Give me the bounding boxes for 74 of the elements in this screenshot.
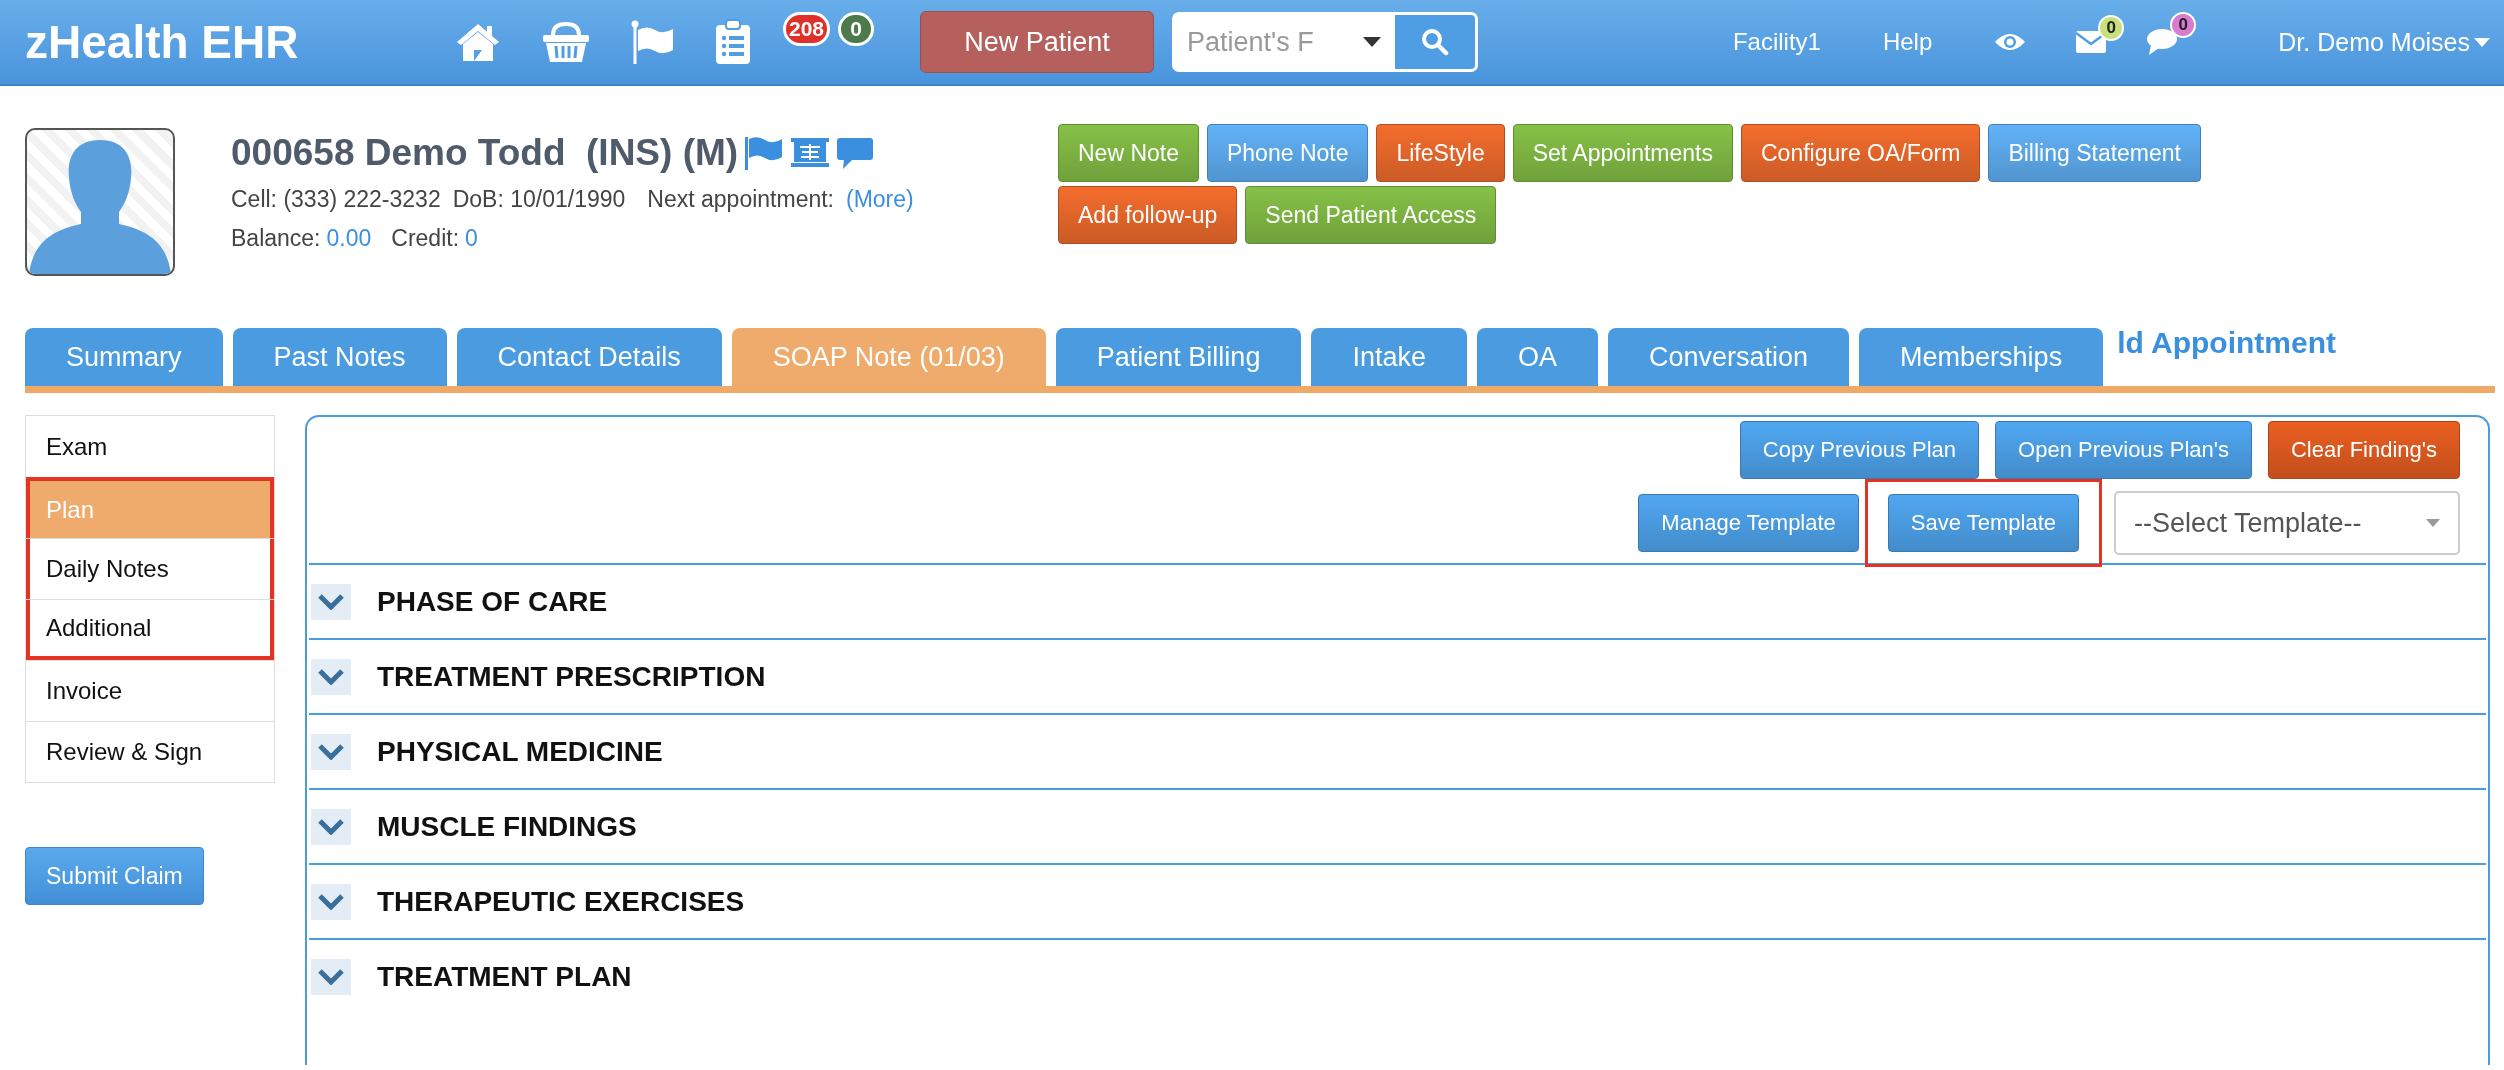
tab[interactable]: Memberships bbox=[1859, 328, 2104, 386]
submit-claim-button[interactable]: Submit Claim bbox=[25, 847, 204, 905]
header-link[interactable]: Facility1 bbox=[1732, 28, 1821, 56]
balance-label: Balance: bbox=[231, 225, 321, 252]
action-button[interactable]: Add follow-up bbox=[1058, 186, 1238, 244]
sidebar-item[interactable]: Additional bbox=[26, 599, 274, 660]
sidebar-item[interactable]: Invoice bbox=[26, 660, 274, 721]
more-link[interactable]: (More) bbox=[846, 186, 914, 213]
section-title[interactable]: PHYSICAL MEDICINE bbox=[377, 735, 663, 768]
presentation-board-icon[interactable] bbox=[790, 136, 831, 170]
chat-bubble-icon[interactable] bbox=[836, 136, 875, 170]
sidebar-item[interactable]: Exam bbox=[26, 416, 274, 477]
search-icon[interactable] bbox=[1421, 28, 1450, 56]
notification-badge: 0 bbox=[2098, 15, 2125, 41]
credit-label: Credit: bbox=[391, 225, 460, 252]
tab[interactable]: Conversation bbox=[1608, 328, 1850, 386]
header-link[interactable]: Help bbox=[1882, 28, 1933, 56]
add-appointment-link[interactable]: ld Appointment bbox=[2117, 326, 2336, 360]
tab[interactable]: Summary bbox=[25, 328, 223, 386]
action-button[interactable]: Send Patient Access bbox=[1245, 186, 1497, 244]
envelope-icon[interactable] bbox=[2076, 31, 2107, 53]
toolbar-button[interactable]: Open Previous Plan's bbox=[1995, 421, 2252, 479]
credit-value: 0 bbox=[465, 225, 478, 252]
sidebar-item[interactable]: Review & Sign bbox=[26, 721, 274, 782]
section-title[interactable]: TREATMENT PRESCRIPTION bbox=[377, 660, 766, 693]
action-button[interactable]: Set Appointments bbox=[1512, 124, 1733, 182]
toolbar-button[interactable]: Save Template bbox=[1887, 494, 2079, 552]
tab[interactable]: Contact Details bbox=[456, 328, 722, 386]
count-badge[interactable]: 208 bbox=[783, 12, 831, 46]
chevron-down-icon[interactable] bbox=[311, 733, 351, 770]
template-select[interactable]: --Select Template-- bbox=[2114, 491, 2460, 555]
new-patient-button[interactable]: New Patient bbox=[920, 11, 1155, 73]
home-icon[interactable] bbox=[455, 22, 501, 62]
chevron-down-icon[interactable] bbox=[311, 658, 351, 695]
action-button[interactable]: Phone Note bbox=[1207, 124, 1369, 182]
toolbar-button[interactable]: Clear Finding's bbox=[2267, 421, 2460, 479]
dob-text: DoB: 10/01/1990 bbox=[452, 186, 626, 213]
section-title[interactable]: PHASE OF CARE bbox=[377, 585, 608, 618]
toolbar-button[interactable]: Manage Template bbox=[1638, 494, 1859, 552]
action-button[interactable]: Billing Statement bbox=[1988, 124, 2201, 182]
tab[interactable]: Past Notes bbox=[232, 328, 447, 386]
eye-icon[interactable] bbox=[1994, 32, 2027, 52]
section-title[interactable]: MUSCLE FINDINGS bbox=[377, 810, 637, 843]
toolbar-button[interactable]: Copy Previous Plan bbox=[1739, 421, 1980, 479]
patient-name: 000658 Demo Todd (INS) (M) bbox=[231, 132, 739, 174]
balance-value: 0.00 bbox=[326, 225, 372, 252]
tab[interactable]: Intake bbox=[1311, 328, 1467, 386]
cell-phone-text: Cell: (333) 222-3232 bbox=[231, 186, 441, 213]
tab[interactable]: OA bbox=[1476, 328, 1598, 386]
notification-badge: 0 bbox=[2170, 12, 2197, 38]
flag-icon[interactable] bbox=[631, 20, 675, 64]
clipboard-icon[interactable] bbox=[715, 19, 751, 65]
patient-search-field[interactable]: Patient's F bbox=[1172, 12, 1350, 72]
chevron-down-icon[interactable] bbox=[311, 958, 351, 995]
chat-bubble-icon[interactable] bbox=[2146, 28, 2179, 56]
count-badge[interactable]: 0 bbox=[838, 12, 875, 46]
chevron-down-icon[interactable] bbox=[311, 808, 351, 845]
user-menu[interactable]: Dr. Demo Moises bbox=[2278, 27, 2490, 57]
next-appointment-label: Next appointment: bbox=[647, 186, 834, 213]
flag-icon[interactable] bbox=[744, 136, 785, 170]
sidebar-item[interactable]: Daily Notes bbox=[26, 538, 274, 599]
app-logo[interactable]: zHealth EHR bbox=[25, 15, 455, 69]
action-button[interactable]: Configure OA/Form bbox=[1741, 124, 1981, 182]
sidebar-item[interactable]: Plan bbox=[26, 477, 274, 538]
chevron-down-icon[interactable] bbox=[311, 583, 351, 620]
chevron-down-icon[interactable] bbox=[311, 883, 351, 920]
basket-icon[interactable] bbox=[541, 21, 591, 63]
action-button[interactable]: LifeStyle bbox=[1376, 124, 1505, 182]
tab[interactable]: Patient Billing bbox=[1055, 328, 1302, 386]
action-button[interactable]: New Note bbox=[1058, 124, 1199, 182]
section-title[interactable]: TREATMENT PLAN bbox=[377, 960, 632, 993]
caret-icon[interactable] bbox=[1349, 12, 1396, 72]
tab[interactable]: SOAP Note (01/03) bbox=[731, 328, 1046, 386]
section-title[interactable]: THERAPEUTIC EXERCISES bbox=[377, 885, 745, 918]
